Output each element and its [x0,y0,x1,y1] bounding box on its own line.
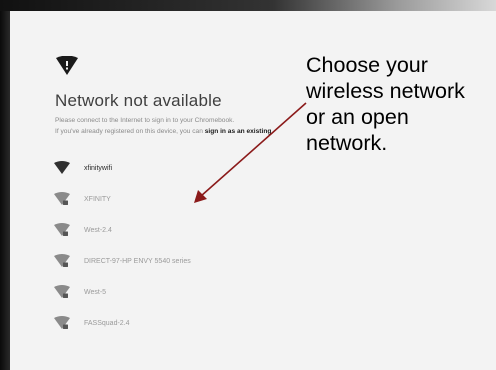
wifi-lock-icon [54,285,70,298]
wifi-open-icon [54,161,70,174]
network-name: xfinitywifi [84,164,113,172]
network-name: FASSquad-2.4 [84,319,130,327]
network-name: XFINITY [84,195,111,203]
top-bezel [0,0,496,11]
annotation-callout: Choose your wireless network or an open … [306,53,465,155]
network-item-direct-hp-envy[interactable]: DIRECT-97-HP ENVY 5540 series [54,253,191,269]
network-item-west-5[interactable]: West-5 [54,284,106,300]
description-line-1: Please connect to the Internet to sign i… [55,117,235,124]
description-line-2: If you've already registered on this dev… [55,128,271,135]
page-title: Network not available [55,91,222,110]
network-name: West-5 [84,288,107,296]
description-line-2-text: If you've already registered on this dev… [55,128,205,135]
network-item-xfinity[interactable]: XFINITY [54,191,111,207]
network-item-xfinitywifi[interactable]: xfinitywifi [54,160,112,176]
wifi-lock-icon [54,316,70,329]
sign-in-existing-link[interactable]: sign in as an existing [205,128,272,135]
wifi-lock-icon [54,223,70,236]
wifi-lock-icon [54,254,70,267]
network-item-west-2-4[interactable]: West-2.4 [54,222,112,238]
wifi-lock-icon [54,192,70,205]
network-unavailable-icon [56,56,78,75]
network-name: DIRECT-97-HP ENVY 5540 series [84,257,191,265]
left-bezel [0,11,10,370]
network-name: West-2.4 [84,226,112,234]
network-item-fassquad-2-4[interactable]: FASSquad-2.4 [54,315,130,331]
